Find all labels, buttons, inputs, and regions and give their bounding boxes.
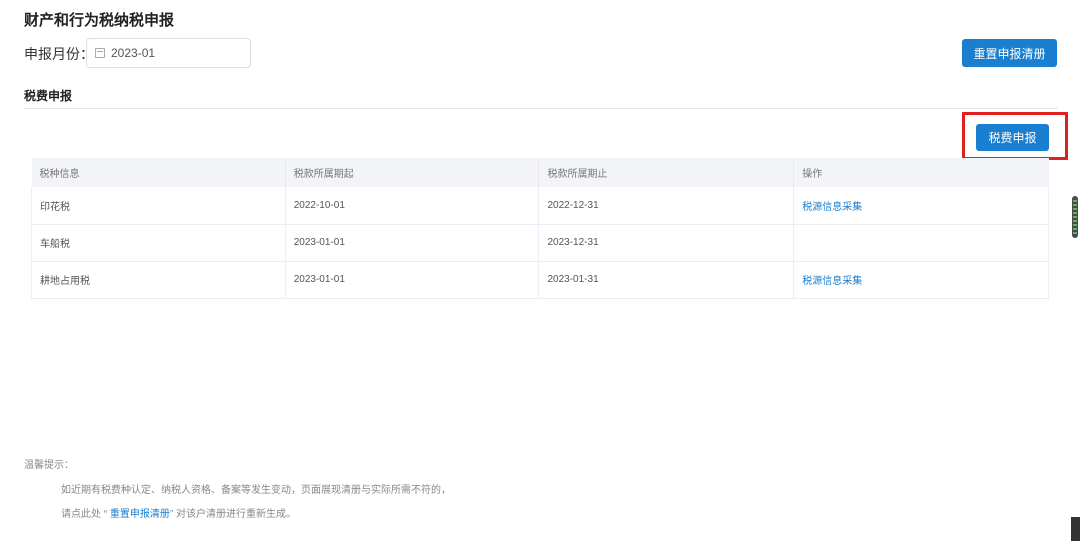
period-start-cell: 2023-01-01 [285, 224, 540, 262]
tax-name-cell: 印花税 [31, 187, 286, 225]
page-title: 财产和行为税纳税申报 [24, 12, 175, 29]
table-header-row: 税种信息 税款所属期起 税款所属期止 操作 [31, 158, 1049, 187]
operation-cell [793, 224, 1049, 262]
operation-cell: 税源信息采集 [793, 187, 1049, 225]
tip-line-2: 请点此处 “ 重置申报清册” 对该户清册进行重新生成。 [61, 505, 296, 520]
tip-suffix: ” 对该户清册进行重新生成。 [169, 509, 296, 520]
tax-source-collect-link[interactable]: 税源信息采集 [802, 202, 862, 213]
table-row: 车船税 2023-01-01 2023-12-31 [31, 224, 1049, 262]
reset-declaration-list-button[interactable]: 重置申报清册 [962, 39, 1057, 67]
table-row: 印花税 2022-10-01 2022-12-31 税源信息采集 [31, 187, 1049, 225]
period-start-cell: 2023-01-01 [285, 261, 540, 299]
period-end-cell: 2023-01-31 [538, 261, 795, 299]
section-divider [24, 108, 1058, 109]
tax-name-cell: 车船税 [31, 224, 286, 262]
month-picker[interactable]: 2023-01 [86, 38, 251, 68]
tax-name-cell: 耕地占用税 [31, 261, 286, 299]
tip-line-1: 如近期有税费种认定、纳税人资格、备案等发生变动，页面展现清册与实际所需不符的， [61, 485, 451, 496]
month-value: 2023-01 [111, 46, 156, 60]
header-period-end: 税款所属期止 [538, 158, 795, 187]
corner-scroll-thumb[interactable] [1071, 517, 1080, 541]
header-operation: 操作 [793, 158, 1049, 187]
tax-declare-button[interactable]: 税费申报 [976, 124, 1049, 151]
month-label: 申报月份： [24, 46, 94, 62]
header-period-start: 税款所属期起 [285, 158, 540, 187]
tax-source-collect-link[interactable]: 税源信息采集 [802, 276, 862, 287]
header-tax-info: 税种信息 [31, 158, 286, 187]
tax-table: 税种信息 税款所属期起 税款所属期止 操作 印花税 2022-10-01 202… [31, 158, 1049, 299]
period-end-cell: 2022-12-31 [538, 187, 795, 225]
reset-list-link[interactable]: 重置申报清册 [110, 509, 170, 520]
scrollbar-thumb[interactable] [1072, 196, 1078, 238]
calendar-icon [95, 48, 105, 58]
tip-prefix: 请点此处 “ [61, 509, 110, 520]
tips-title: 温馨提示： [24, 460, 74, 471]
period-end-cell: 2023-12-31 [538, 224, 795, 262]
period-start-cell: 2022-10-01 [285, 187, 540, 225]
table-row: 耕地占用税 2023-01-01 2023-01-31 税源信息采集 [31, 261, 1049, 299]
operation-cell: 税源信息采集 [793, 261, 1049, 299]
section-title: 税费申报 [24, 89, 73, 103]
